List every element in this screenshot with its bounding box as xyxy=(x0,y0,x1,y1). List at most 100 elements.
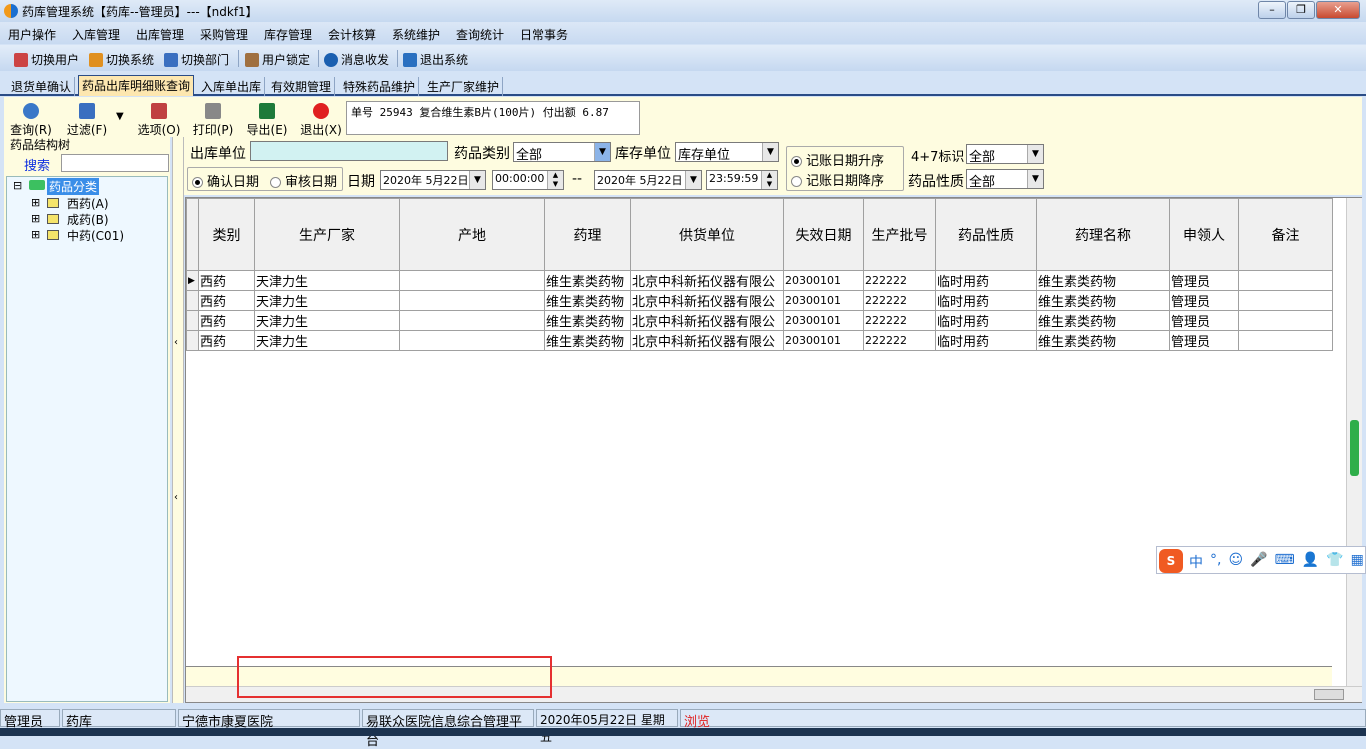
vertical-scrollbar[interactable] xyxy=(1346,198,1362,686)
table-cell[interactable]: 维生素类药物 xyxy=(1036,310,1170,331)
table-row[interactable]: 西药 天津力生 维生素类药物 北京中科新拓仪器有限公 20300101 222222 临时用… xyxy=(186,330,1333,351)
column-header[interactable]: 药品性质 xyxy=(935,198,1037,271)
sort-desc-radio[interactable]: 记账日期降序 xyxy=(791,170,884,189)
microphone-icon[interactable]: 🎤 xyxy=(1250,552,1267,572)
export-button[interactable]: 导出(E) xyxy=(244,103,290,138)
table-row[interactable]: 西药 天津力生 维生素类药物 北京中科新拓仪器有限公 20300101 222222 临时用… xyxy=(186,290,1333,311)
table-cell[interactable]: 20300101 xyxy=(783,270,864,291)
menu-stock[interactable]: 库存管理 xyxy=(264,26,312,43)
scroll-thumb[interactable] xyxy=(1350,420,1359,476)
table-cell[interactable]: 西药 xyxy=(198,270,255,291)
table-cell[interactable]: 管理员 xyxy=(1169,270,1239,291)
switch-dept-button[interactable]: 切换部门 xyxy=(164,51,229,68)
user-icon[interactable]: 👤 xyxy=(1302,552,1319,572)
collapse-arrow-icon[interactable]: ‹ xyxy=(174,337,178,348)
drug-type-select[interactable]: 全部 ▼ xyxy=(513,142,611,162)
table-cell[interactable] xyxy=(1238,270,1333,291)
column-header[interactable]: 备注 xyxy=(1238,198,1333,271)
table-row[interactable]: 西药 天津力生 维生素类药物 北京中科新拓仪器有限公 20300101 222222 临时用… xyxy=(186,310,1333,331)
table-cell[interactable]: 管理员 xyxy=(1169,310,1239,331)
tab-special-drugs[interactable]: 特殊药品维护 xyxy=(340,77,420,96)
table-cell[interactable]: 维生素类药物 xyxy=(544,270,631,291)
chevron-down-icon[interactable]: ▼ xyxy=(1027,170,1043,188)
print-button[interactable]: 打印(P) xyxy=(190,103,236,138)
menu-purchase[interactable]: 采购管理 xyxy=(200,26,248,43)
column-header[interactable]: 供货单位 xyxy=(630,198,784,271)
table-cell[interactable]: 维生素类药物 xyxy=(1036,330,1170,351)
date-to-picker[interactable]: 2020年 5月22日 ▼ xyxy=(594,170,702,190)
punctuation-icon[interactable]: °, xyxy=(1210,552,1221,572)
menu-system[interactable]: 系统维护 xyxy=(392,26,440,43)
tab-outbound-detail[interactable]: 药品出库明细账查询 xyxy=(78,75,195,96)
sort-asc-radio[interactable]: 记账日期升序 xyxy=(791,150,884,169)
chevron-down-icon[interactable]: ▼ xyxy=(762,143,778,161)
chevron-down-icon[interactable]: ▼ xyxy=(685,171,701,189)
menu-daily[interactable]: 日常事务 xyxy=(520,26,568,43)
table-cell[interactable]: 北京中科新拓仪器有限公 xyxy=(630,290,784,311)
switch-user-button[interactable]: 切换用户 xyxy=(14,51,79,68)
table-cell[interactable] xyxy=(1238,290,1333,311)
menu-outbound[interactable]: 出库管理 xyxy=(136,26,184,43)
tab-inbound-outbound[interactable]: 入库单出库 xyxy=(198,77,266,96)
table-cell[interactable]: 222222 xyxy=(863,330,936,351)
row-indicator[interactable] xyxy=(186,310,199,331)
table-cell[interactable]: 20300101 xyxy=(783,330,864,351)
table-cell[interactable]: 222222 xyxy=(863,270,936,291)
skin-icon[interactable]: 👕 xyxy=(1326,552,1343,572)
table-cell[interactable] xyxy=(1238,330,1333,351)
audit-date-radio[interactable]: 审核日期 xyxy=(270,171,337,190)
table-cell[interactable]: 维生素类药物 xyxy=(544,330,631,351)
table-cell[interactable]: 临时用药 xyxy=(935,270,1037,291)
column-header[interactable]: 生产批号 xyxy=(863,198,936,271)
table-cell[interactable]: 北京中科新拓仪器有限公 xyxy=(630,270,784,291)
column-header[interactable]: 药理名称 xyxy=(1036,198,1170,271)
table-cell[interactable] xyxy=(399,270,545,291)
column-header[interactable]: 药理 xyxy=(544,198,631,271)
filter-button[interactable]: 过滤(F) xyxy=(64,103,110,138)
row-indicator[interactable] xyxy=(186,290,199,311)
tab-return-confirm[interactable]: 退货单确认 xyxy=(8,77,76,96)
spinner-icon[interactable]: ▲ ▼ xyxy=(547,171,563,189)
chinese-mode-icon[interactable]: 中 xyxy=(1189,552,1203,572)
column-header[interactable]: 生产厂家 xyxy=(254,198,400,271)
expand-icon[interactable]: ⊞ xyxy=(31,228,40,241)
tab-expiry[interactable]: 有效期管理 xyxy=(268,77,336,96)
table-cell[interactable]: 维生素类药物 xyxy=(1036,270,1170,291)
tree-item-western[interactable]: 西药(A) xyxy=(67,195,109,212)
emoji-icon[interactable]: ☺ xyxy=(1228,552,1243,572)
table-cell[interactable]: 天津力生 xyxy=(254,310,400,331)
table-cell[interactable]: 维生素类药物 xyxy=(1036,290,1170,311)
collapse-icon[interactable]: ⊟ xyxy=(13,179,22,192)
table-cell[interactable]: 西药 xyxy=(198,290,255,311)
exit-system-button[interactable]: 退出系统 xyxy=(403,51,468,68)
table-cell[interactable]: 北京中科新拓仪器有限公 xyxy=(630,330,784,351)
table-cell[interactable]: 管理员 xyxy=(1169,330,1239,351)
expand-icon[interactable]: ⊞ xyxy=(31,196,40,209)
minimize-button[interactable]: – xyxy=(1258,1,1286,19)
table-cell[interactable]: 西药 xyxy=(198,310,255,331)
table-cell[interactable]: 天津力生 xyxy=(254,330,400,351)
date-from-picker[interactable]: 2020年 5月22日 ▼ xyxy=(380,170,486,190)
options-button[interactable]: 选项(O) xyxy=(136,103,182,138)
flag47-select[interactable]: 全部 ▼ xyxy=(966,144,1044,164)
chevron-down-icon[interactable]: ▼ xyxy=(1027,145,1043,163)
filter-dropdown-arrow-icon[interactable]: ▼ xyxy=(116,111,124,122)
table-cell[interactable]: 临时用药 xyxy=(935,310,1037,331)
table-cell[interactable]: 222222 xyxy=(863,290,936,311)
table-cell[interactable]: 20300101 xyxy=(783,290,864,311)
table-cell[interactable]: 天津力生 xyxy=(254,290,400,311)
tree-item-chinese[interactable]: 中药(C01) xyxy=(67,227,124,244)
table-cell[interactable]: 20300101 xyxy=(783,310,864,331)
table-cell[interactable] xyxy=(399,290,545,311)
chevron-down-icon[interactable]: ▼ xyxy=(594,143,610,161)
table-cell[interactable]: 管理员 xyxy=(1169,290,1239,311)
tab-manufacturers[interactable]: 生产厂家维护 xyxy=(424,77,504,96)
panel-splitter[interactable]: ‹ ‹ xyxy=(172,137,184,703)
table-cell[interactable]: 维生素类药物 xyxy=(544,290,631,311)
table-cell[interactable]: 西药 xyxy=(198,330,255,351)
messages-button[interactable]: 消息收发 xyxy=(324,51,389,68)
time-from-input[interactable]: 00:00:00 ▲ ▼ xyxy=(492,170,564,190)
tree-root[interactable]: 药品分类 xyxy=(47,178,100,195)
table-cell[interactable] xyxy=(399,330,545,351)
scroll-thumb[interactable] xyxy=(1314,689,1344,700)
